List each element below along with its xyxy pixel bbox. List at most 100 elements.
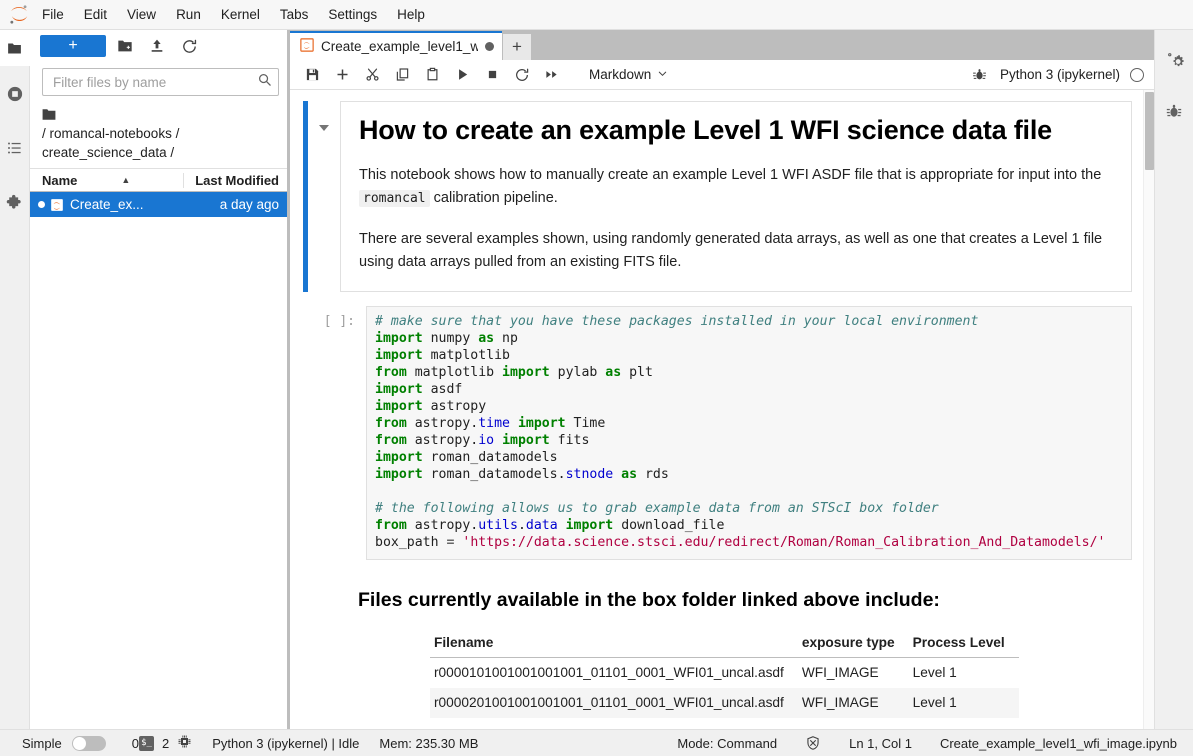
debugger-icon[interactable] <box>1155 96 1193 126</box>
kernel-running-dot-icon <box>38 201 45 208</box>
table-row: r0000201001001001001_01101_0001_WFI01_un… <box>430 688 1019 719</box>
kernel-name-label[interactable]: Python 3 (ipykernel) <box>1000 67 1120 82</box>
toggle-knob <box>72 736 86 750</box>
menu-view[interactable]: View <box>117 3 166 26</box>
menu-file[interactable]: File <box>32 3 74 26</box>
property-inspector-icon[interactable] <box>1155 44 1193 74</box>
cell-filename: r0000101001001001001_01101_0001_WFI01_un… <box>434 665 784 681</box>
cell-collapser[interactable] <box>308 576 340 728</box>
menu-settings[interactable]: Settings <box>318 3 387 26</box>
cell-exposure-type: WFI_IMAGE <box>797 688 909 719</box>
code-source: # make sure that you have these packages… <box>375 313 1106 550</box>
execution-count-prompt: [ ]: <box>323 313 355 329</box>
file-browser-icon[interactable] <box>0 30 30 66</box>
refresh-icon[interactable] <box>176 34 202 58</box>
notebook-scrollbar[interactable] <box>1143 90 1154 729</box>
unsaved-changes-icon[interactable] <box>485 42 494 51</box>
status-bar-left: Simple 0 $_ 2 Python 3 (ipykernel) | Idl… <box>0 734 478 752</box>
intro-paragraph-1-a: This notebook shows how to manually crea… <box>359 166 1102 183</box>
cursor-position[interactable]: Ln 1, Col 1 <box>849 736 912 751</box>
folder-icon[interactable] <box>42 107 56 126</box>
chevron-down-icon[interactable] <box>319 125 329 131</box>
untrusted-notebook-icon[interactable] <box>805 735 821 751</box>
simple-mode-label: Simple <box>22 735 62 751</box>
cell-process-level: Level 1 <box>912 665 957 681</box>
markdown-rendered-output[interactable]: Files currently available in the box fol… <box>340 576 1132 728</box>
status-bar-right: Mode: Command Ln 1, Col 1 Create_example… <box>649 735 1193 751</box>
paste-icon[interactable] <box>418 62 446 88</box>
table-row: r0000101001001001001_01101_0001_WFI01_un… <box>430 658 1019 689</box>
stop-icon[interactable] <box>478 62 506 88</box>
jupyter-logo-icon <box>6 2 32 28</box>
intro-paragraph-2: There are several examples shown, using … <box>359 230 1103 271</box>
menu-run[interactable]: Run <box>166 3 211 26</box>
running-kernels-count[interactable]: 0 <box>132 736 139 751</box>
column-header-process-level: Process Level <box>908 631 1019 659</box>
new-tab-button[interactable]: + <box>503 34 531 60</box>
menu-tabs[interactable]: Tabs <box>270 3 319 26</box>
table-of-contents-icon[interactable] <box>0 130 30 166</box>
filter-input[interactable] <box>53 74 257 90</box>
memory-usage: Mem: 235.30 MB <box>379 735 479 751</box>
insert-cell-icon[interactable] <box>328 62 356 88</box>
markdown-cell[interactable]: How to create an example Level 1 WFI sci… <box>290 101 1154 292</box>
play-icon[interactable] <box>448 62 476 88</box>
files-table: Filename exposure type Process Level r00… <box>430 631 1019 719</box>
notebook-toolbar: Markdown Python 3 (ipykernel) <box>290 60 1154 90</box>
file-filter-box[interactable] <box>42 68 279 96</box>
new-folder-icon[interactable] <box>112 34 138 58</box>
table-header-row: Filename exposure type Process Level <box>430 631 1019 659</box>
terminal-icon[interactable]: $_ <box>138 735 154 751</box>
kernel-status-text[interactable]: Python 3 (ipykernel) | Idle <box>212 736 359 751</box>
fast-forward-icon[interactable] <box>538 62 566 88</box>
cell-type-value: Markdown <box>589 67 652 82</box>
sort-ascending-icon: ▲ <box>121 175 131 185</box>
notebook-mode[interactable]: Mode: Command <box>677 736 777 751</box>
running-terminals-count[interactable]: 2 <box>162 736 169 751</box>
breadcrumb[interactable]: / romancal-notebooks / create_science_da… <box>30 98 287 168</box>
cell-collapser[interactable] <box>308 101 340 292</box>
file-list-header: Name ▲ Last Modified <box>30 168 287 192</box>
extension-manager-icon[interactable] <box>0 184 30 220</box>
menu-edit[interactable]: Edit <box>74 3 117 26</box>
markdown-rendered-output[interactable]: How to create an example Level 1 WFI sci… <box>340 101 1132 292</box>
section-heading: Files currently available in the box fol… <box>358 588 940 611</box>
page-title: How to create an example Level 1 WFI sci… <box>359 115 1052 145</box>
notebook-scroll-area[interactable]: How to create an example Level 1 WFI sci… <box>290 90 1154 729</box>
file-list-item[interactable]: Create_ex... a day ago <box>30 192 287 217</box>
notebook-panel: Markdown Python 3 (ipykernel) How to cre… <box>290 60 1154 729</box>
tab-label: Create_example_level1_wfi <box>321 39 478 54</box>
left-sidebar-rail <box>0 30 30 729</box>
running-kernels-icon[interactable] <box>0 76 30 112</box>
bug-icon[interactable] <box>966 62 994 88</box>
chevron-down-icon <box>657 67 668 82</box>
cell-process-level: Level 1 <box>908 688 1019 719</box>
menu-help[interactable]: Help <box>387 3 435 26</box>
code-cell[interactable]: [ ]: # make sure that you have these pac… <box>290 305 1154 560</box>
restart-icon[interactable] <box>508 62 536 88</box>
jupyterlab-window: File Edit View Run Kernel Tabs Settings … <box>0 0 1193 756</box>
menu-kernel[interactable]: Kernel <box>211 3 270 26</box>
upload-icon[interactable] <box>144 34 170 58</box>
notebook-icon <box>50 198 64 212</box>
main-dock-area: Create_example_level1_wfi + Markdown Pyt… <box>288 30 1154 729</box>
cpu-icon[interactable] <box>177 734 192 752</box>
kernel-status-indicator-icon[interactable] <box>1130 67 1144 82</box>
copy-icon[interactable] <box>388 62 416 88</box>
tab-notebook[interactable]: Create_example_level1_wfi <box>290 31 502 60</box>
markdown-cell[interactable]: Files currently available in the box fol… <box>290 576 1154 728</box>
file-last-modified: a day ago <box>219 197 279 212</box>
code-editor[interactable]: # make sure that you have these packages… <box>366 305 1132 560</box>
column-header-name[interactable]: Name ▲ <box>30 173 183 188</box>
scissors-icon[interactable] <box>358 62 386 88</box>
scrollbar-thumb[interactable] <box>1145 92 1154 170</box>
intro-paragraph-1: This notebook shows how to manually crea… <box>359 164 1113 211</box>
new-launcher-button[interactable]: + <box>40 35 106 57</box>
cell-type-select[interactable]: Markdown <box>582 64 675 85</box>
menu-bar: File Edit View Run Kernel Tabs Settings … <box>0 0 1193 30</box>
simple-mode-toggle[interactable] <box>71 735 106 751</box>
notebook-icon <box>300 38 314 55</box>
status-bar: Simple 0 $_ 2 Python 3 (ipykernel) | Idl… <box>0 729 1193 756</box>
save-icon[interactable] <box>298 62 326 88</box>
column-header-last-modified[interactable]: Last Modified <box>183 172 287 188</box>
